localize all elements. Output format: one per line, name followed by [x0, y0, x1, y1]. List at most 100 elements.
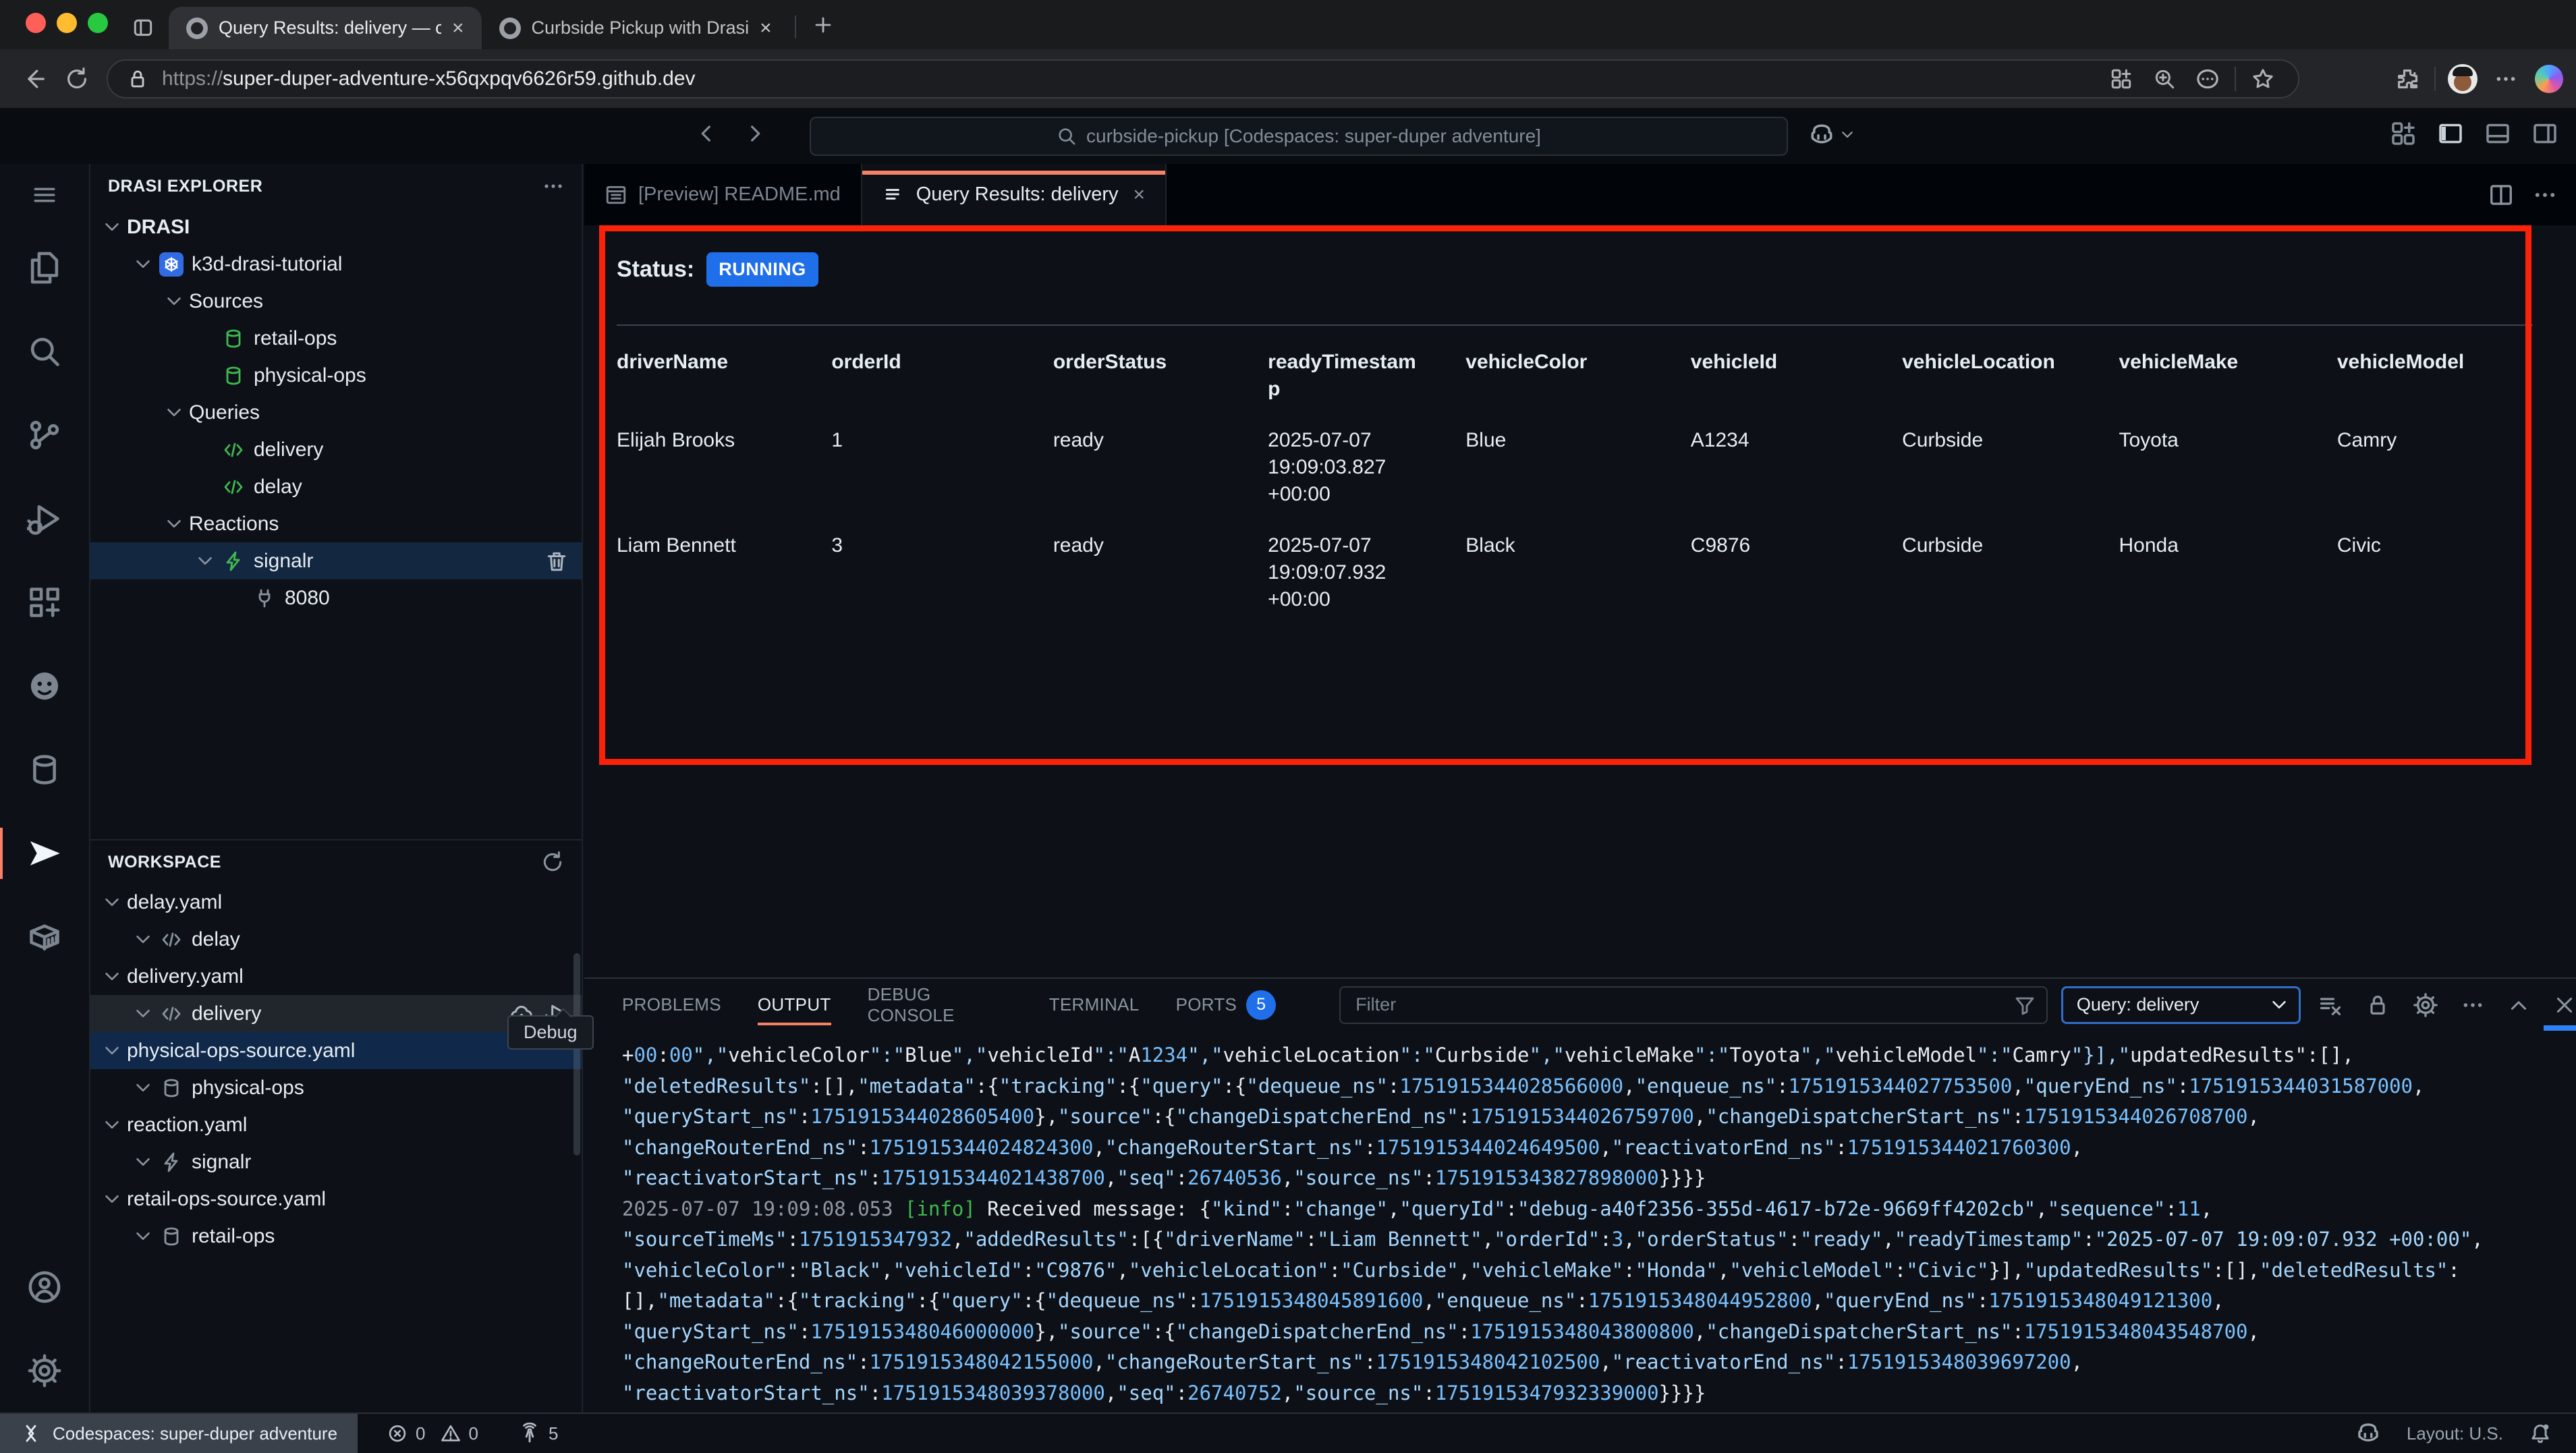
- activity-bar-item-search[interactable]: [0, 310, 90, 393]
- close-window-button[interactable]: [26, 13, 46, 33]
- more-actions-icon[interactable]: [542, 175, 564, 197]
- trash-icon[interactable]: [545, 550, 568, 573]
- editor-tab[interactable]: [Preview] README.md: [584, 164, 862, 225]
- toggle-panel-icon[interactable]: [2484, 120, 2511, 147]
- panel-tab-output[interactable]: OUTPUT: [758, 979, 831, 1031]
- activity-bar-item-drasi[interactable]: [0, 811, 90, 895]
- activity-bar-item-explorer[interactable]: [0, 226, 90, 310]
- activity-bar-item-accounts[interactable]: [0, 1245, 90, 1329]
- tree-item-8080[interactable]: 8080: [90, 579, 582, 617]
- close-icon[interactable]: ×: [1133, 183, 1146, 206]
- split-editor-icon[interactable]: [2488, 182, 2514, 208]
- close-panel-icon[interactable]: [2553, 994, 2576, 1017]
- clear-output-icon[interactable]: [2318, 993, 2343, 1017]
- tree-item-physical-ops[interactable]: physical-ops: [90, 357, 582, 394]
- minimize-window-button[interactable]: [57, 13, 77, 33]
- sidebar-scrollbar[interactable]: [573, 953, 580, 1156]
- tree-item-retail-ops[interactable]: retail-ops: [90, 1218, 582, 1255]
- tree-item-drasi[interactable]: DRASI: [90, 208, 582, 246]
- zoom-window-button[interactable]: [88, 13, 108, 33]
- toggle-sidebar-icon[interactable]: [2437, 120, 2464, 147]
- browser-refresh-button[interactable]: [62, 64, 92, 94]
- activity-bar-item-menu[interactable]: [0, 164, 90, 226]
- nav-forward-icon[interactable]: [742, 121, 766, 146]
- new-tab-button[interactable]: [808, 10, 838, 40]
- tree-item-queries[interactable]: Queries: [90, 394, 582, 431]
- customize-layout-icon[interactable]: [2390, 120, 2417, 147]
- editor-more-actions-icon[interactable]: [2533, 183, 2557, 207]
- output-channel-dropdown[interactable]: Query: delivery: [2061, 986, 2301, 1024]
- tree-item-retail-ops[interactable]: retail-ops: [90, 320, 582, 357]
- errors-icon: [387, 1423, 408, 1444]
- table-cell: Black: [1465, 508, 1691, 613]
- workspace-title: WORKSPACE: [108, 853, 221, 872]
- panel-tab-problems[interactable]: PROBLEMS: [622, 979, 721, 1031]
- tree-item-delay[interactable]: delay: [90, 468, 582, 505]
- output-settings-gear-icon[interactable]: [2413, 992, 2438, 1018]
- table-row[interactable]: Liam Bennett3ready2025-07-07 19:09:07.93…: [617, 508, 2534, 613]
- tree-item-physical-ops[interactable]: physical-ops: [90, 1069, 582, 1106]
- notifications-bell-icon[interactable]: [2529, 1422, 2552, 1445]
- panel-tab-ports[interactable]: PORTS5: [1176, 979, 1277, 1031]
- nav-back-icon[interactable]: [695, 121, 719, 146]
- refresh-icon[interactable]: [541, 851, 564, 874]
- panel-scrollbar[interactable]: [2544, 1025, 2576, 1031]
- explorer-section-header[interactable]: DRASI EXPLORER: [90, 164, 582, 208]
- layout-indicator[interactable]: Layout: U.S.: [2407, 1423, 2503, 1444]
- tree-item-delivery[interactable]: delivery: [90, 431, 582, 468]
- toggle-secondary-sidebar-icon[interactable]: [2531, 120, 2558, 147]
- lock-scroll-icon[interactable]: [2365, 993, 2390, 1017]
- address-bar[interactable]: https://super-duper-adventure-x56qxpqv66…: [107, 59, 2299, 98]
- remote-indicator[interactable]: Codespaces: super-duper adventure: [0, 1414, 358, 1453]
- tree-item-retail-ops-source-yaml[interactable]: retail-ops-source.yaml: [90, 1180, 582, 1218]
- reading-mode-icon[interactable]: [2193, 64, 2222, 94]
- panel-tab-terminal[interactable]: TERMINAL: [1049, 979, 1140, 1031]
- close-tab-icon[interactable]: ×: [452, 17, 464, 40]
- activity-bar-item-github[interactable]: [0, 644, 90, 728]
- profile-avatar[interactable]: [2448, 64, 2477, 94]
- command-center[interactable]: curbside-pickup [Codespaces: super-duper…: [810, 117, 1788, 156]
- output-filter-input[interactable]: Filter: [1339, 986, 2048, 1024]
- maximize-panel-icon[interactable]: [2507, 994, 2530, 1017]
- split-screen-icon[interactable]: [2106, 64, 2136, 94]
- panel-tab-debug-console[interactable]: DEBUG CONSOLE: [868, 979, 1013, 1031]
- chevron-down-icon[interactable]: [1839, 127, 1855, 143]
- tree-item-reaction-yaml[interactable]: reaction.yaml: [90, 1106, 582, 1143]
- activity-bar-item-extensions[interactable]: [0, 561, 90, 644]
- statusbar-copilot-icon[interactable]: [2355, 1421, 2381, 1446]
- kubernetes-icon: [159, 252, 184, 277]
- window-controls[interactable]: [26, 13, 108, 33]
- workspace-section-header[interactable]: WORKSPACE: [90, 839, 582, 884]
- favorites-star-icon[interactable]: [2248, 64, 2278, 94]
- tree-item-delay[interactable]: delay: [90, 921, 582, 958]
- copilot-icon[interactable]: [2534, 64, 2564, 94]
- panel-more-icon[interactable]: [2461, 994, 2484, 1017]
- activity-bar-item-database[interactable]: [0, 728, 90, 811]
- browser-settings-icon[interactable]: [2491, 64, 2521, 94]
- activity-bar-item-source-control[interactable]: [0, 393, 90, 477]
- activity-bar-item-run-and-debug[interactable]: [0, 477, 90, 561]
- tree-item-sources[interactable]: Sources: [90, 283, 582, 320]
- problems-indicator[interactable]: 0 0: [387, 1423, 478, 1444]
- titlebar-copilot-icon[interactable]: [1808, 121, 1835, 148]
- output-log[interactable]: +00:00","vehicleColor":"Blue","vehicleId…: [584, 1031, 2576, 1408]
- browser-tab[interactable]: Query Results: delivery — curbs×: [169, 7, 482, 49]
- extensions-puzzle-icon[interactable]: [2392, 64, 2422, 94]
- tree-item-delay-yaml[interactable]: delay.yaml: [90, 884, 582, 921]
- ports-indicator[interactable]: 5: [519, 1423, 558, 1444]
- browser-tab[interactable]: Curbside Pickup with Drasi×: [482, 7, 789, 49]
- tree-item-delivery-yaml[interactable]: delivery.yaml: [90, 958, 582, 995]
- table-row[interactable]: Elijah Brooks1ready2025-07-07 19:09:03.8…: [617, 403, 2534, 508]
- tree-item-reactions[interactable]: Reactions: [90, 505, 582, 542]
- close-tab-icon[interactable]: ×: [760, 17, 772, 40]
- browser-back-button[interactable]: [19, 64, 49, 94]
- tab-panel-icon[interactable]: [128, 13, 158, 42]
- activity-bar-item-settings[interactable]: [0, 1329, 90, 1413]
- filter-funnel-icon[interactable]: [2014, 994, 2036, 1016]
- tree-item-signalr[interactable]: signalr: [90, 1143, 582, 1180]
- tree-item-signalr[interactable]: signalr: [90, 542, 582, 579]
- editor-tab[interactable]: Query Results: delivery×: [862, 164, 1167, 225]
- activity-bar-item-remote-explorer[interactable]: [0, 895, 90, 979]
- tree-item-k3d-drasi-tutorial[interactable]: k3d-drasi-tutorial: [90, 246, 582, 283]
- zoom-page-icon[interactable]: [2150, 64, 2179, 94]
